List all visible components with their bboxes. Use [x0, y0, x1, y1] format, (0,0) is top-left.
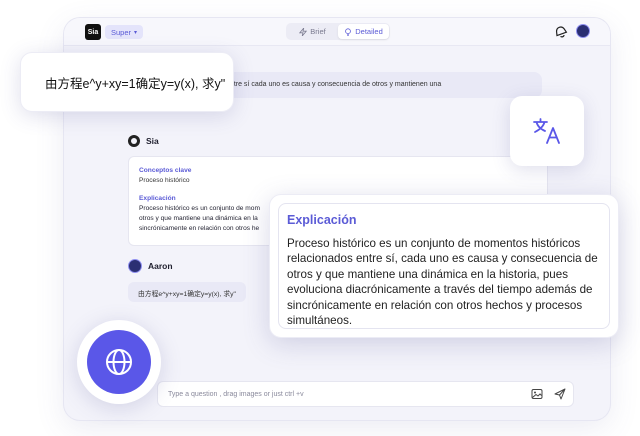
explanation-body: Proceso histórico es un conjunto de mome… — [287, 237, 598, 328]
formula-card: 由方程e^y+xy=1确定y=y(x), 求y" — [20, 52, 234, 112]
chat-input[interactable]: Type a question , drag images or just ct… — [157, 381, 574, 407]
user-avatar[interactable] — [576, 24, 590, 38]
formula-text: 由方程e^y+xy=1确定y=y(x), 求y" — [45, 76, 226, 91]
globe-icon — [106, 349, 132, 375]
bell-icon[interactable] — [554, 25, 568, 39]
model-selector[interactable]: Super ▾ — [105, 25, 144, 39]
chat-input-placeholder: Type a question , drag images or just ct… — [168, 390, 304, 398]
answer-text-1: Proceso histórico — [139, 177, 190, 184]
user-header: Aaron — [128, 259, 173, 273]
globe-circle — [87, 330, 151, 394]
explanation-card: Explicación Proceso histórico es un conj… — [269, 194, 619, 338]
app-logo: Sia — [85, 24, 101, 40]
chevron-down-icon: ▾ — [134, 29, 138, 36]
explanation-box: Explicación Proceso histórico es un conj… — [278, 203, 610, 329]
top-bar: Sia Super ▾ Brief Detailed — [64, 18, 610, 46]
user-message-bubble: 由方程e^y+xy=1确定y=y(x), 求y" — [128, 282, 246, 302]
bolt-icon — [299, 27, 308, 36]
send-icon[interactable] — [554, 388, 566, 400]
model-label: Super — [111, 27, 132, 37]
user-name: Aaron — [148, 261, 173, 271]
answer-heading-1: Conceptos clave — [139, 167, 192, 174]
mode-toggle: Brief Detailed — [286, 23, 390, 40]
image-icon[interactable] — [531, 388, 543, 400]
translate-icon[interactable] — [532, 117, 562, 145]
bulb-icon — [345, 27, 352, 36]
explanation-title: Explicación — [287, 213, 357, 227]
assistant-header: Sia — [128, 135, 159, 147]
translate-card[interactable] — [510, 96, 584, 166]
sia-logo-icon — [128, 135, 140, 147]
tab-brief-label: Brief — [310, 27, 326, 36]
tab-detailed[interactable]: Detailed — [338, 24, 389, 39]
globe-button[interactable] — [77, 320, 161, 404]
tab-detailed-label: Detailed — [355, 27, 383, 36]
avatar — [128, 259, 142, 273]
assistant-name: Sia — [146, 136, 159, 146]
tab-brief[interactable]: Brief — [287, 24, 338, 39]
